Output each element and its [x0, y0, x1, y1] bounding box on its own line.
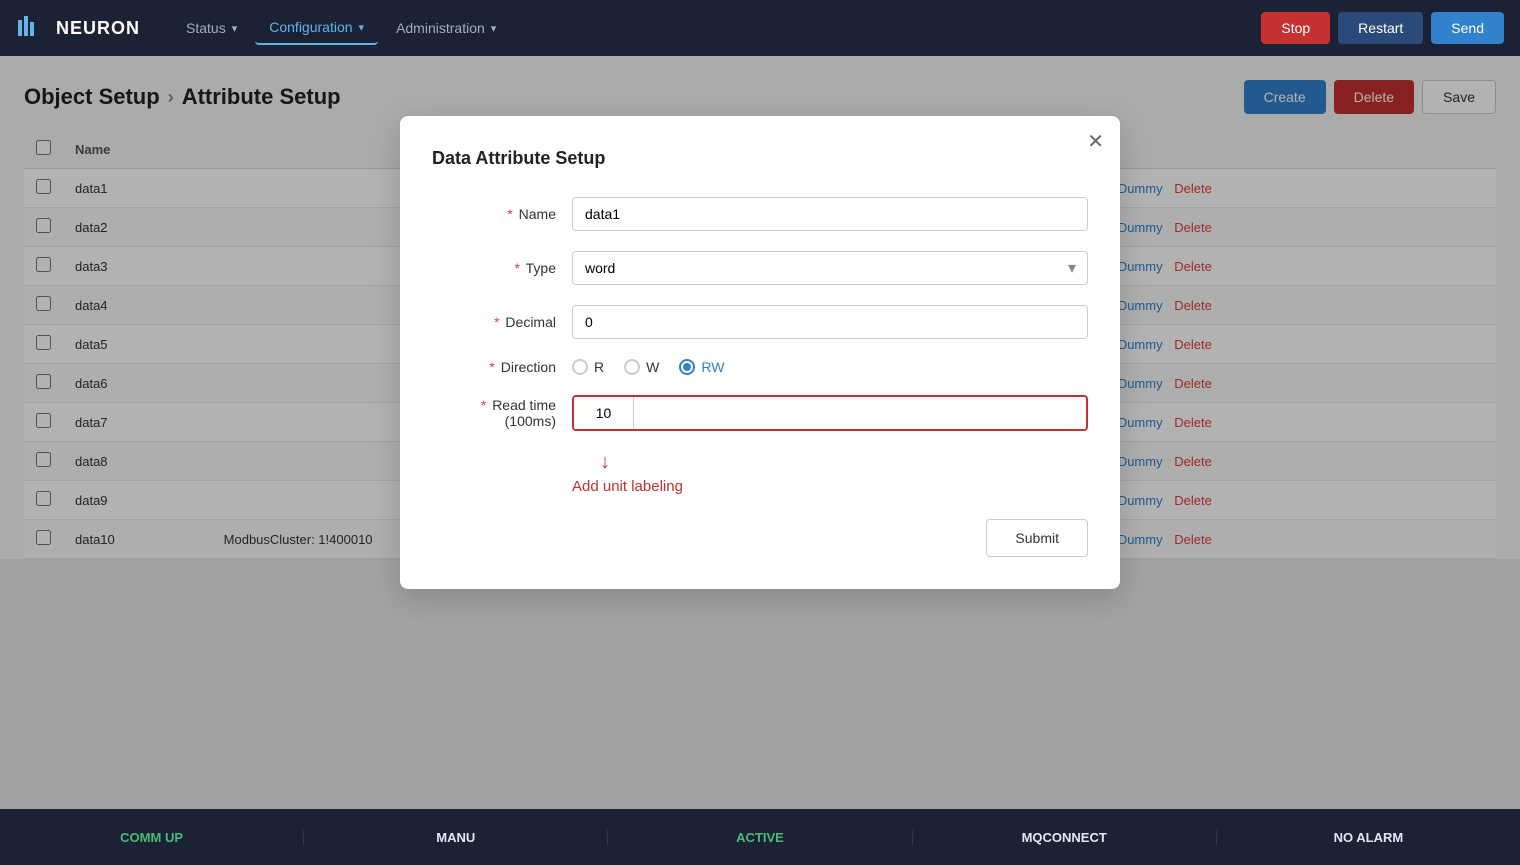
type-select-wrapper: wordint16uint16int32uint32floatdoubleboo…: [572, 251, 1088, 285]
required-indicator: *: [507, 206, 512, 222]
readtime-input[interactable]: [574, 397, 634, 429]
status-bar: COMM UP MANU ACTIVE MQCONNECT NO ALARM: [0, 809, 1520, 865]
type-label: * Type: [432, 260, 572, 276]
decimal-label: * Decimal: [432, 314, 572, 330]
readtime-wrapper: [572, 395, 1088, 431]
type-select[interactable]: wordint16uint16int32uint32floatdoubleboo…: [572, 251, 1088, 285]
required-indicator: *: [489, 359, 494, 375]
required-indicator: *: [515, 260, 520, 276]
add-unit-section: ↓ Add unit labeling: [432, 451, 1088, 495]
nav-status[interactable]: Status ▾: [172, 12, 251, 44]
status-active: ACTIVE: [608, 830, 912, 845]
modal-title: Data Attribute Setup: [432, 148, 1088, 169]
readtime-field-group: * Read time (100ms): [432, 395, 1088, 431]
nav-administration[interactable]: Administration ▾: [382, 12, 510, 44]
modal-footer: Submit: [432, 519, 1088, 557]
nav-configuration[interactable]: Configuration ▾: [255, 11, 378, 45]
decimal-field-group: * Decimal: [432, 305, 1088, 339]
chevron-down-icon: ▾: [491, 22, 497, 35]
restart-button[interactable]: Restart: [1338, 12, 1423, 44]
submit-button[interactable]: Submit: [986, 519, 1088, 557]
logo: NEURON: [16, 12, 140, 44]
data-attribute-modal: Data Attribute Setup ✕ * Name * Type wor…: [400, 116, 1120, 589]
name-input[interactable]: [572, 197, 1088, 231]
stop-button[interactable]: Stop: [1261, 12, 1330, 44]
radio-r[interactable]: R: [572, 359, 604, 375]
required-indicator: *: [481, 397, 486, 413]
type-field-group: * Type wordint16uint16int32uint32floatdo…: [432, 251, 1088, 285]
app-name: NEURON: [56, 18, 140, 39]
direction-label: * Direction: [432, 359, 572, 375]
modal-overlay: Data Attribute Setup ✕ * Name * Type wor…: [0, 56, 1520, 809]
chevron-down-icon: ▾: [232, 22, 238, 35]
status-comm: COMM UP: [0, 830, 304, 845]
name-field-group: * Name: [432, 197, 1088, 231]
arrow-down-icon: ↓: [600, 451, 610, 474]
name-label: * Name: [432, 206, 572, 222]
status-noalarm: NO ALARM: [1217, 830, 1520, 845]
modal-close-button[interactable]: ✕: [1087, 132, 1104, 152]
readtime-label: * Read time (100ms): [432, 397, 572, 429]
decimal-input[interactable]: [572, 305, 1088, 339]
status-manu: MANU: [304, 830, 608, 845]
status-mqconnect: MQCONNECT: [913, 830, 1217, 845]
radio-rw[interactable]: RW: [679, 359, 724, 375]
direction-field-group: * Direction R W RW: [432, 359, 1088, 375]
logo-icon: [16, 12, 48, 44]
radio-w-circle: [624, 359, 640, 375]
readtime-extra-input[interactable]: [634, 397, 1086, 429]
add-unit-link[interactable]: Add unit labeling: [572, 478, 683, 495]
nav-actions: Stop Restart Send: [1261, 12, 1504, 44]
send-button[interactable]: Send: [1431, 12, 1504, 44]
required-indicator: *: [494, 314, 499, 330]
radio-w[interactable]: W: [624, 359, 659, 375]
chevron-down-icon: ▾: [359, 21, 365, 34]
topnav: NEURON Status ▾ Configuration ▾ Administ…: [0, 0, 1520, 56]
direction-radio-group: R W RW: [572, 359, 1088, 375]
radio-rw-circle: [679, 359, 695, 375]
nav-items: Status ▾ Configuration ▾ Administration …: [172, 11, 1229, 45]
radio-r-circle: [572, 359, 588, 375]
